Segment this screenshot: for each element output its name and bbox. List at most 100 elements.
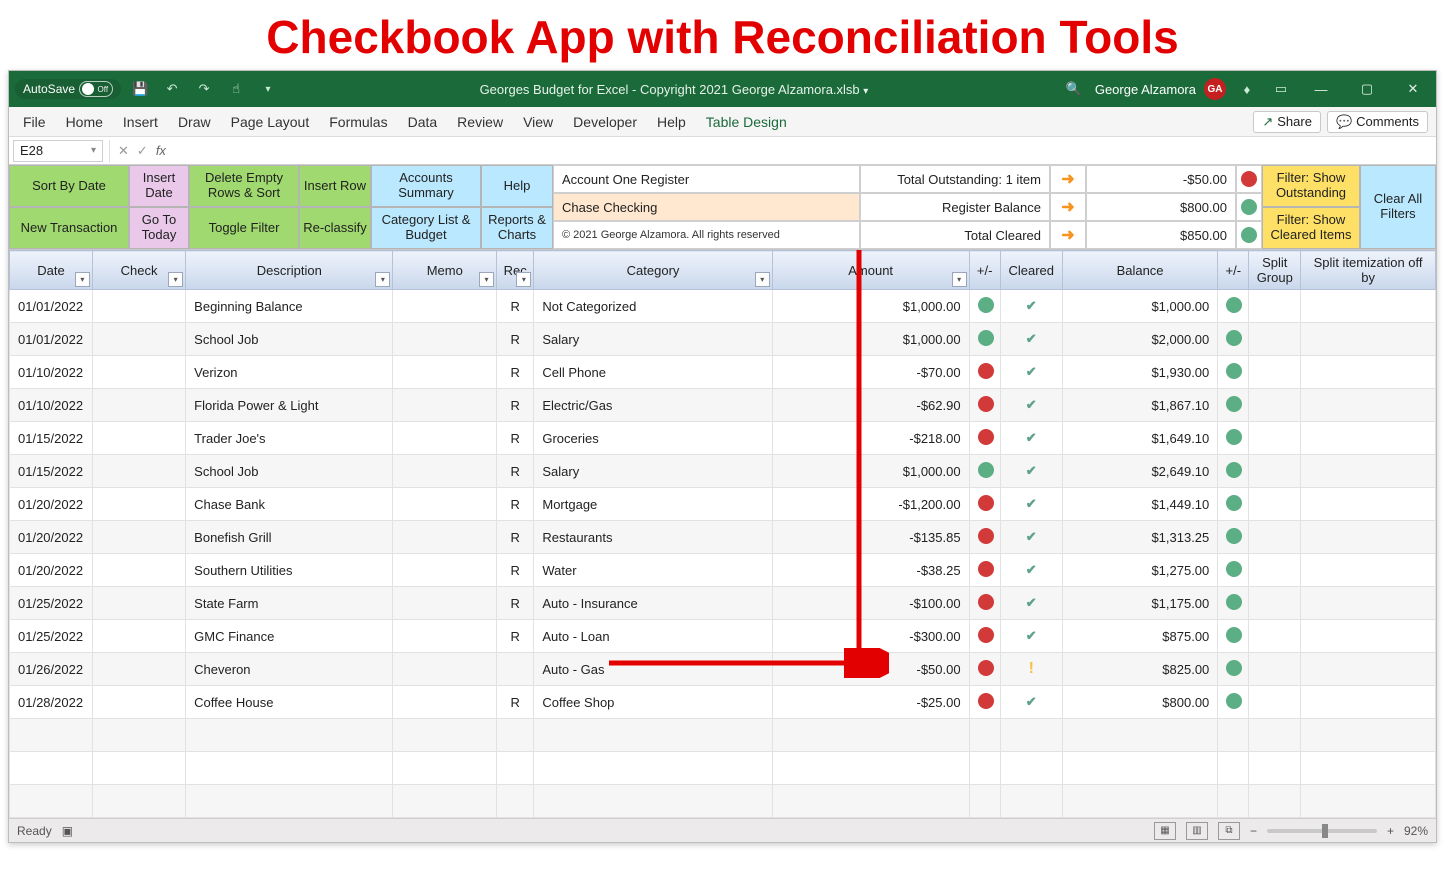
cell-balance[interactable]: $1,000.00: [1062, 290, 1217, 323]
table-row[interactable]: 01/28/2022Coffee HouseRCoffee Shop-$25.0…: [10, 686, 1436, 719]
cell-rec[interactable]: R: [497, 356, 534, 389]
cell-cleared[interactable]: !: [1000, 653, 1062, 686]
tab-data[interactable]: Data: [398, 110, 448, 134]
cell-description[interactable]: Beginning Balance: [186, 290, 393, 323]
view-normal-icon[interactable]: ▦: [1154, 822, 1176, 840]
cell-split-group[interactable]: [1249, 554, 1301, 587]
cell-category[interactable]: Cell Phone: [534, 356, 772, 389]
autosave-toggle[interactable]: AutoSave Off: [15, 79, 121, 99]
cell-memo[interactable]: [393, 323, 497, 356]
cell-cleared[interactable]: ✔: [1000, 587, 1062, 620]
table-row[interactable]: 01/25/2022State FarmRAuto - Insurance-$1…: [10, 587, 1436, 620]
zoom-slider[interactable]: [1267, 829, 1377, 833]
table-row[interactable]: 01/01/2022School JobRSalary$1,000.00✔$2,…: [10, 323, 1436, 356]
cell-split-group[interactable]: [1249, 455, 1301, 488]
cell-split-group[interactable]: [1249, 653, 1301, 686]
cell-amount[interactable]: $1,000.00: [772, 290, 969, 323]
col-rec[interactable]: Rec▾: [497, 251, 534, 290]
cell-rec[interactable]: R: [497, 521, 534, 554]
cell-rec[interactable]: R: [497, 587, 534, 620]
filter-dropdown-icon[interactable]: ▾: [375, 272, 390, 287]
tab-review[interactable]: Review: [447, 110, 513, 134]
cell-balance[interactable]: $1,930.00: [1062, 356, 1217, 389]
delete-empty-rows-button[interactable]: Delete Empty Rows & Sort: [189, 165, 299, 207]
col-category[interactable]: Category▾: [534, 251, 772, 290]
col-split-group[interactable]: Split Group: [1249, 251, 1301, 290]
cell-cleared[interactable]: ✔: [1000, 686, 1062, 719]
cell-date[interactable]: 01/25/2022: [10, 587, 93, 620]
cell-category[interactable]: Electric/Gas: [534, 389, 772, 422]
cell-split-off[interactable]: [1301, 587, 1436, 620]
cell-split-off[interactable]: [1301, 356, 1436, 389]
cell-split-off[interactable]: [1301, 488, 1436, 521]
cell-balance[interactable]: $1,449.10: [1062, 488, 1217, 521]
cell-split-off[interactable]: [1301, 323, 1436, 356]
cell-split-group[interactable]: [1249, 521, 1301, 554]
col-cleared[interactable]: Cleared: [1000, 251, 1062, 290]
zoom-in-icon[interactable]: +: [1387, 824, 1394, 838]
insert-row-button[interactable]: Insert Row: [299, 165, 371, 207]
cell-description[interactable]: Florida Power & Light: [186, 389, 393, 422]
table-row[interactable]: 01/15/2022Trader Joe'sRGroceries-$218.00…: [10, 422, 1436, 455]
cell-split-off[interactable]: [1301, 686, 1436, 719]
cell-balance[interactable]: $800.00: [1062, 686, 1217, 719]
cell-check[interactable]: [92, 587, 185, 620]
cell-split-off[interactable]: [1301, 290, 1436, 323]
formula-input[interactable]: [178, 140, 1436, 162]
cell-date[interactable]: 01/10/2022: [10, 356, 93, 389]
cell-memo[interactable]: [393, 356, 497, 389]
cell-category[interactable]: Mortgage: [534, 488, 772, 521]
table-row[interactable]: 01/01/2022Beginning BalanceRNot Categori…: [10, 290, 1436, 323]
cell-check[interactable]: [92, 455, 185, 488]
cell-cleared[interactable]: ✔: [1000, 521, 1062, 554]
cell-rec[interactable]: [497, 653, 534, 686]
cell-balance[interactable]: $1,275.00: [1062, 554, 1217, 587]
table-row[interactable]: 01/20/2022Chase BankRMortgage-$1,200.00✔…: [10, 488, 1436, 521]
tab-tabledesign[interactable]: Table Design: [696, 110, 797, 134]
cell-cleared[interactable]: ✔: [1000, 620, 1062, 653]
help-button[interactable]: Help: [481, 165, 553, 207]
qat-dropdown-icon[interactable]: ▾: [255, 76, 281, 102]
search-icon[interactable]: 🔍: [1061, 76, 1087, 102]
cell-split-group[interactable]: [1249, 389, 1301, 422]
cell-category[interactable]: Groceries: [534, 422, 772, 455]
cell-category[interactable]: Restaurants: [534, 521, 772, 554]
cell-split-group[interactable]: [1249, 587, 1301, 620]
maximize-button[interactable]: ▢: [1348, 71, 1386, 107]
filter-show-outstanding-button[interactable]: Filter: Show Outstanding: [1262, 165, 1360, 207]
cell-memo[interactable]: [393, 455, 497, 488]
table-row[interactable]: 01/20/2022Southern UtilitiesRWater-$38.2…: [10, 554, 1436, 587]
cell-balance[interactable]: $2,000.00: [1062, 323, 1217, 356]
cell-check[interactable]: [92, 488, 185, 521]
user-name[interactable]: George Alzamora: [1095, 82, 1196, 97]
cell-memo[interactable]: [393, 620, 497, 653]
cell-date[interactable]: 01/01/2022: [10, 290, 93, 323]
reclassify-button[interactable]: Re-classify: [299, 207, 371, 249]
cell-cleared[interactable]: ✔: [1000, 554, 1062, 587]
col-date[interactable]: Date▾: [10, 251, 93, 290]
cell-category[interactable]: Auto - Insurance: [534, 587, 772, 620]
cell-split-off[interactable]: [1301, 521, 1436, 554]
category-list-button[interactable]: Category List & Budget: [371, 207, 481, 249]
cell-amount[interactable]: -$1,200.00: [772, 488, 969, 521]
zoom-level[interactable]: 92%: [1404, 824, 1428, 838]
filter-dropdown-icon[interactable]: ▾: [75, 272, 90, 287]
cell-amount[interactable]: -$300.00: [772, 620, 969, 653]
cell-date[interactable]: 01/15/2022: [10, 455, 93, 488]
cell-check[interactable]: [92, 323, 185, 356]
col-split-off[interactable]: Split itemization off by: [1301, 251, 1436, 290]
cell-check[interactable]: [92, 521, 185, 554]
macro-recorder-icon[interactable]: ▣: [62, 824, 73, 838]
undo-icon[interactable]: ↶: [159, 76, 185, 102]
ribbon-display-icon[interactable]: ▭: [1268, 76, 1294, 102]
cell-split-off[interactable]: [1301, 554, 1436, 587]
share-button[interactable]: ↗Share: [1253, 111, 1321, 133]
col-balance[interactable]: Balance: [1062, 251, 1217, 290]
cell-balance[interactable]: $2,649.10: [1062, 455, 1217, 488]
col-description[interactable]: Description▾: [186, 251, 393, 290]
cell-split-group[interactable]: [1249, 488, 1301, 521]
cell-check[interactable]: [92, 422, 185, 455]
table-row[interactable]: 01/10/2022Florida Power & LightRElectric…: [10, 389, 1436, 422]
cell-date[interactable]: 01/20/2022: [10, 521, 93, 554]
cell-amount[interactable]: -$100.00: [772, 587, 969, 620]
